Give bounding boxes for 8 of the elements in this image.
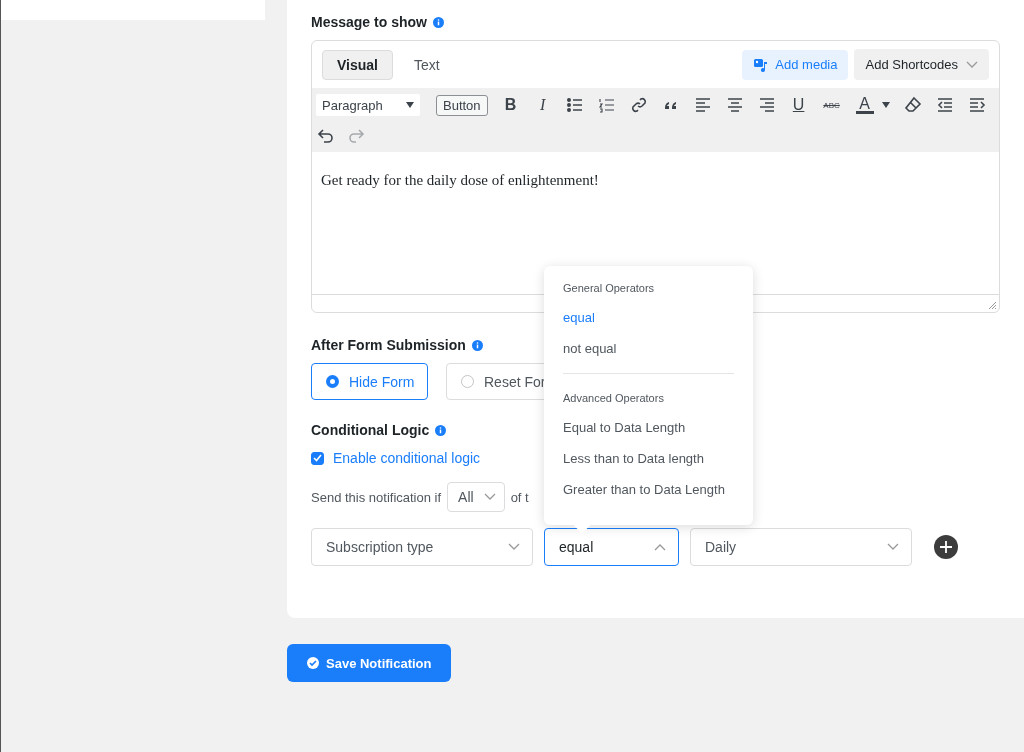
condition-text: of t: [510, 489, 529, 505]
condition-text: Send this notification if: [311, 489, 442, 505]
section-title: Conditional Logic: [311, 422, 430, 438]
section-title: After Form Submission: [311, 337, 466, 353]
section-title: Message to show: [311, 14, 427, 30]
group-title: Advanced Operators: [563, 392, 664, 404]
content-text: Get ready for the daily dose of enlightenment!: [321, 172, 599, 188]
group-title: General Operators: [563, 282, 655, 294]
